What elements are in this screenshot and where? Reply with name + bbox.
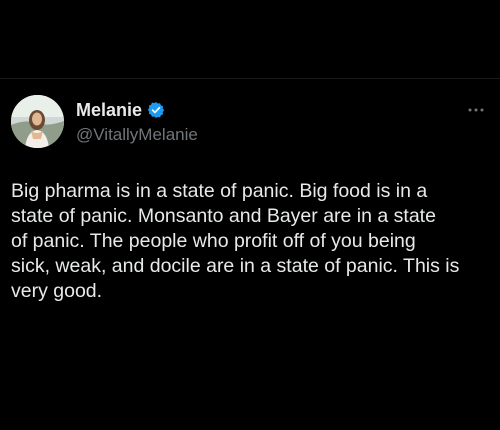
author-handle[interactable]: @VitallyMelanie [76, 124, 198, 146]
avatar-image [11, 95, 64, 148]
avatar[interactable] [11, 95, 64, 148]
tweet-text: Big pharma is in a state of panic. Big f… [11, 180, 460, 302]
author-name-row: Melanie [76, 99, 165, 121]
more-options-icon[interactable] [466, 103, 486, 115]
author-display-name[interactable]: Melanie [76, 99, 142, 121]
tweet-card[interactable]: Melanie @VitallyMelanie Big pharma is in… [0, 79, 500, 430]
verified-badge-icon [147, 101, 165, 119]
